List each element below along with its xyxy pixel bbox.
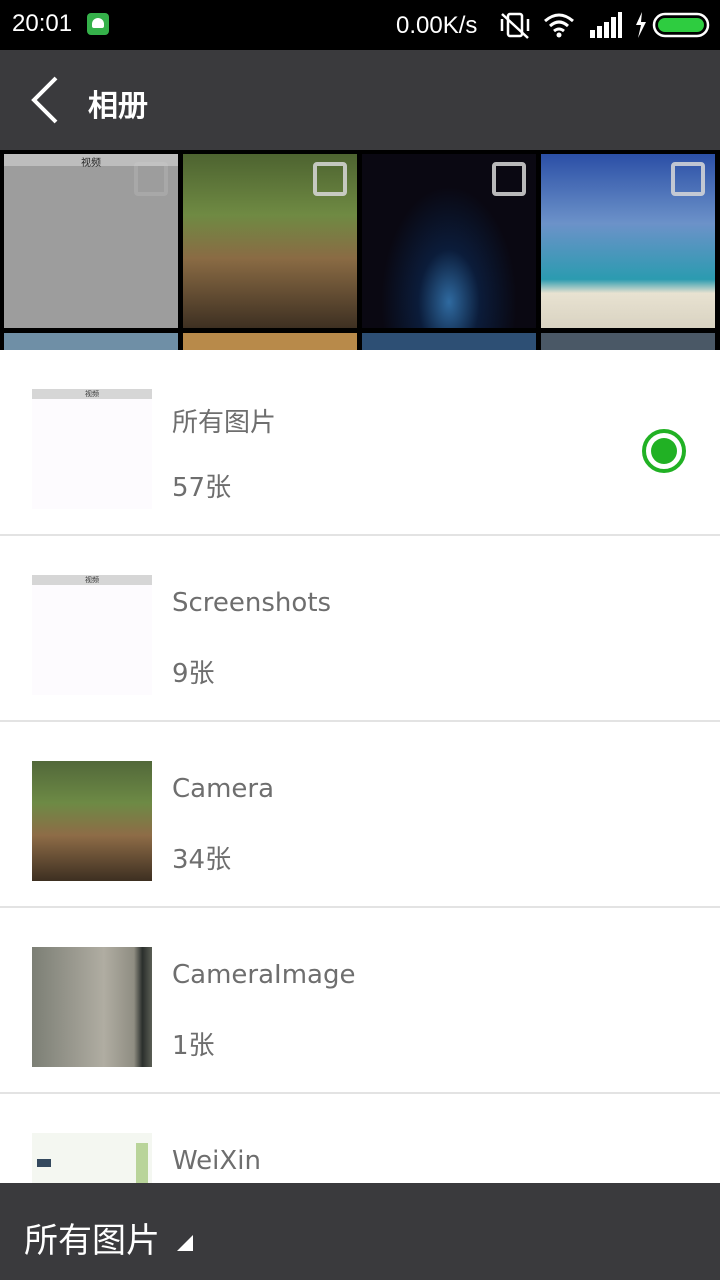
chevron-left-icon [31, 76, 58, 124]
album-thumbnail [32, 947, 152, 1067]
album-name: Camera [172, 774, 275, 804]
bottom-bar: 所有图片 [0, 1183, 720, 1280]
album-count: 34张 [172, 845, 232, 875]
page-title: 相册 [88, 89, 148, 124]
signal-icon [590, 12, 622, 38]
grid-photo[interactable]: 视频 [4, 154, 178, 328]
vibrate-off-icon [500, 12, 530, 39]
album-name: 所有图片 [172, 408, 277, 438]
select-checkbox[interactable] [492, 162, 526, 196]
album-thumbnail [32, 761, 152, 881]
android-notification-icon [87, 13, 109, 35]
dropdown-caret-icon [177, 1235, 193, 1251]
status-bar: 20:01 0.00K/s [0, 0, 720, 50]
album-item-cameraimage[interactable]: CameraImage 1张 [0, 908, 720, 1094]
grid-photo[interactable] [183, 154, 357, 328]
thumbnail-detail [136, 1143, 148, 1183]
album-name: Screenshots [172, 588, 332, 618]
select-checkbox[interactable] [671, 162, 705, 196]
title-bar: 相册 [0, 50, 720, 150]
album-name: CameraImage [172, 960, 356, 990]
album-dropdown-label: 所有图片 [24, 1221, 160, 1261]
album-thumbnail [32, 1133, 152, 1183]
status-time: 20:01 [12, 10, 73, 37]
thumbnail-label: 视频 [85, 390, 99, 398]
album-item-screenshots[interactable]: 视频 Screenshots 9张 [0, 536, 720, 722]
album-thumbnail: 视频 [32, 575, 152, 695]
thumbnail-label: 视频 [85, 576, 99, 584]
album-count: 1张 [172, 1031, 215, 1061]
select-checkbox[interactable] [313, 162, 347, 196]
album-name: WeiXin [172, 1146, 261, 1176]
album-count: 57张 [172, 473, 232, 503]
thumbnail-detail [37, 1159, 51, 1167]
back-button[interactable] [22, 74, 74, 126]
network-speed: 0.00K/s [396, 12, 478, 39]
selected-radio-icon [642, 429, 686, 473]
battery-charging-icon [636, 12, 710, 38]
album-item-weixin[interactable]: WeiXin [0, 1094, 720, 1183]
photo-grid: 视频 [0, 150, 720, 353]
wifi-icon [544, 13, 574, 38]
album-item-all[interactable]: 视频 所有图片 57张 [0, 350, 720, 536]
album-item-camera[interactable]: Camera 34张 [0, 722, 720, 908]
album-count: 9张 [172, 659, 215, 689]
select-checkbox[interactable] [134, 162, 168, 196]
album-list: 视频 所有图片 57张 视频 Screenshots 9张 Camera 34张… [0, 350, 720, 1183]
grid-photo[interactable] [541, 154, 715, 328]
album-thumbnail: 视频 [32, 389, 152, 509]
grid-photo[interactable] [362, 154, 536, 328]
